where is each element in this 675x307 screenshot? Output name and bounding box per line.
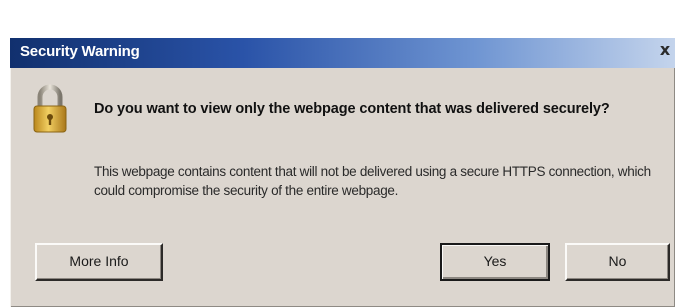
close-icon[interactable]: x: [657, 41, 673, 59]
yes-button[interactable]: Yes: [440, 243, 550, 281]
more-info-button[interactable]: More Info: [35, 243, 163, 281]
warning-description: This webpage contains content that will …: [94, 164, 651, 198]
no-button[interactable]: No: [565, 243, 670, 281]
warning-heading: Do you want to view only the webpage con…: [94, 101, 610, 117]
lock-icon: [33, 84, 67, 133]
title-bar[interactable]: Security Warning x: [10, 38, 675, 68]
dialog-title: Security Warning: [20, 43, 140, 60]
security-warning-dialog: Security Warning x Do you want to view o…: [10, 38, 675, 307]
